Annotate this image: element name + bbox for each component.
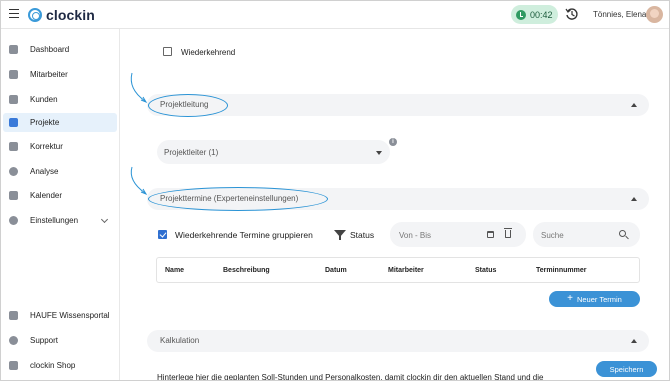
collapse-icon [631, 103, 637, 107]
filter-icon[interactable] [334, 230, 346, 240]
sidebar-item-label: Dashboard [30, 45, 70, 54]
app-window: clockin 00:42 Tönnies, Elena Dashboard M… [0, 0, 670, 381]
chevron-down-icon [100, 215, 109, 224]
top-bar: clockin 00:42 Tönnies, Elena [1, 1, 669, 29]
sidebar-item-label: HAUFE Wissensportal [30, 311, 110, 320]
status-filter[interactable]: Status [350, 230, 374, 240]
annotation-highlight [148, 94, 228, 117]
search-placeholder: Suche [541, 231, 564, 240]
section-title: Kalkulation [160, 336, 200, 345]
sidebar-item-mitarbeiter[interactable]: Mitarbeiter [3, 65, 117, 84]
correction-icon [9, 142, 18, 151]
button-label: Neuer Termin [576, 294, 622, 304]
select-value: Projektleiter (1) [164, 148, 219, 157]
recurring-label: Wiederkehrend [181, 48, 236, 57]
cart-icon [9, 361, 18, 370]
button-label: Speichern [609, 364, 644, 374]
collapse-icon [631, 197, 637, 201]
date-range-placeholder: Von - Bis [399, 231, 432, 240]
logo[interactable]: clockin [28, 6, 95, 24]
section-calculation[interactable]: Kalkulation [147, 330, 649, 352]
sidebar-item-shop[interactable]: clockin Shop [3, 356, 117, 375]
sidebar-item-label: Analyse [30, 167, 59, 176]
handshake-icon [9, 95, 18, 104]
date-range-input[interactable]: Von - Bis [390, 222, 526, 247]
menu-icon[interactable] [9, 9, 19, 19]
sidebar-item-korrektur[interactable]: Korrektur [3, 137, 117, 156]
people-icon [9, 70, 18, 79]
clockin-logo-icon [28, 8, 42, 22]
sidebar-item-dashboard[interactable]: Dashboard [3, 40, 117, 59]
column-header[interactable]: Status [475, 267, 496, 274]
sidebar-item-label: Projekte [30, 118, 60, 127]
dropdown-icon [376, 151, 382, 155]
new-appointment-button[interactable]: + Neuer Termin [549, 291, 640, 307]
sidebar-item-kalender[interactable]: Kalender [3, 186, 117, 205]
settings-icon [9, 216, 18, 225]
clock-icon [516, 9, 526, 20]
calendar-icon[interactable] [487, 231, 494, 238]
sidebar-item-haufe[interactable]: HAUFE Wissensportal [3, 306, 117, 325]
sidebar: Dashboard Mitarbeiter Kunden Projekte Ko… [1, 29, 120, 380]
group-recurring-label: Wiederkehrende Termine gruppieren [175, 230, 313, 240]
trash-icon[interactable] [504, 228, 512, 238]
sidebar-item-label: clockin Shop [30, 361, 76, 370]
column-header[interactable]: Name [165, 267, 184, 274]
sidebar-item-support[interactable]: Support [3, 331, 117, 350]
column-header[interactable]: Mitarbeiter [388, 267, 424, 274]
sidebar-item-label: Kunden [30, 95, 58, 104]
annotation-highlight [148, 187, 328, 211]
sidebar-item-label: Korrektur [30, 142, 63, 151]
calendar-icon [9, 191, 18, 200]
sidebar-item-einstellungen[interactable]: Einstellungen [3, 211, 117, 230]
project-lead-select[interactable]: Projektleiter (1) [157, 140, 390, 164]
avatar[interactable] [646, 6, 663, 23]
column-header[interactable]: Datum [325, 267, 347, 274]
sidebar-item-label: Einstellungen [30, 216, 79, 225]
timer-badge[interactable]: 00:42 [511, 5, 558, 24]
calculation-description: Hinterlege hier die geplanten Soll-Stund… [157, 373, 544, 381]
group-recurring-checkbox[interactable] [158, 230, 167, 239]
sidebar-item-kunden[interactable]: Kunden [3, 90, 117, 109]
save-button[interactable]: Speichern [596, 361, 657, 377]
recurring-checkbox[interactable] [163, 47, 172, 56]
logo-text: clockin [46, 7, 95, 23]
collapse-icon [631, 339, 637, 343]
column-header[interactable]: Beschreibung [223, 267, 270, 274]
user-name[interactable]: Tönnies, Elena [593, 10, 646, 19]
appointments-table: Name Beschreibung Datum Mitarbeiter Stat… [156, 257, 640, 283]
sidebar-item-label: Support [30, 336, 59, 345]
sidebar-item-label: Kalender [30, 191, 63, 200]
history-icon[interactable] [565, 7, 579, 21]
sidebar-item-label: Mitarbeiter [30, 70, 68, 79]
dashboard-icon [9, 45, 18, 54]
projects-icon [9, 118, 18, 127]
info-icon [9, 336, 18, 345]
sidebar-item-projekte[interactable]: Projekte [3, 113, 117, 132]
sidebar-item-analyse[interactable]: Analyse [3, 162, 117, 181]
book-icon [9, 311, 18, 320]
timer-value: 00:42 [530, 9, 553, 20]
plus-icon: + [567, 293, 573, 304]
search-input[interactable]: Suche [533, 222, 640, 247]
column-header[interactable]: Terminnummer [536, 267, 586, 274]
search-icon[interactable] [619, 230, 626, 237]
info-icon[interactable]: i [389, 138, 397, 146]
analysis-icon [9, 167, 18, 176]
